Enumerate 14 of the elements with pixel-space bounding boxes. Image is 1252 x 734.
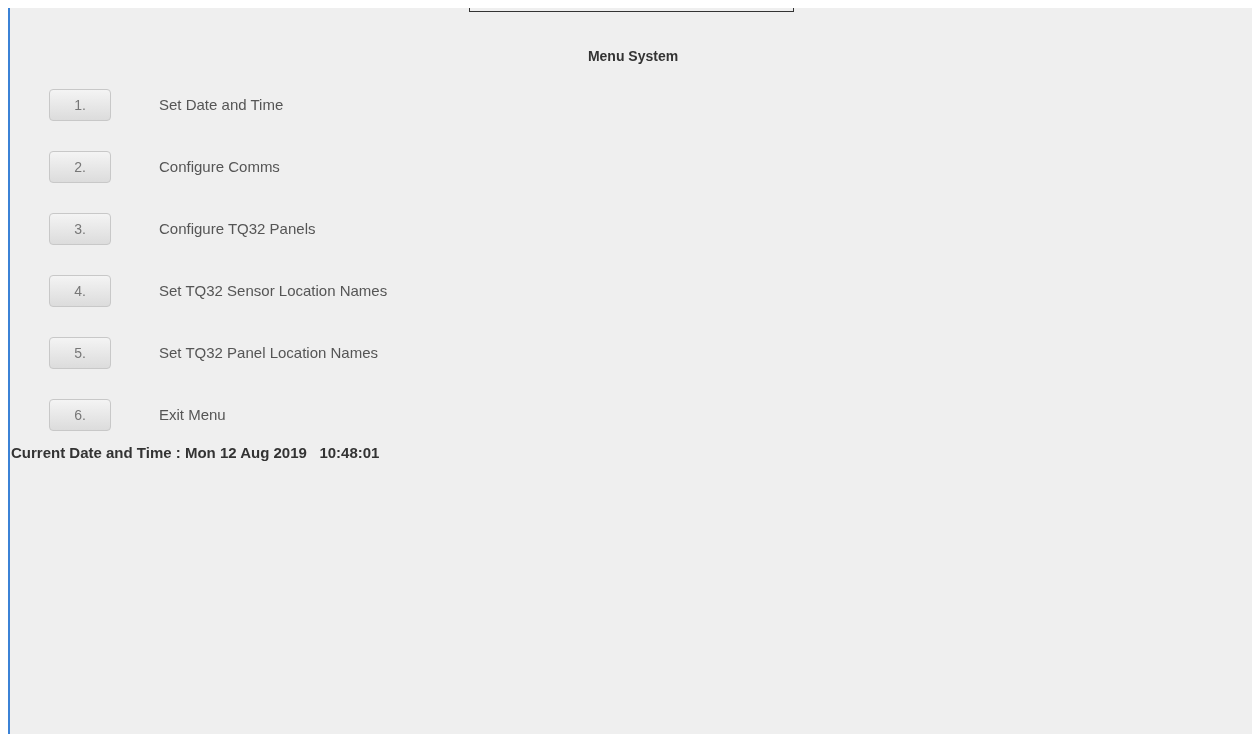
- menu-number-button[interactable]: 3.: [49, 213, 111, 245]
- menu-number-button[interactable]: 5.: [49, 337, 111, 369]
- menu-item-label: Exit Menu: [159, 404, 226, 425]
- current-date-time: Current Date and Time : Mon 12 Aug 2019 10:48:01: [11, 444, 380, 461]
- menu-item-label: Set TQ32 Panel Location Names: [159, 342, 379, 363]
- menu-item-label: Configure TQ32 Panels: [159, 218, 316, 239]
- menu-number-button[interactable]: 1.: [49, 89, 111, 121]
- menu-item-label: Configure Comms: [159, 156, 280, 177]
- menu-number-button[interactable]: 4.: [49, 275, 111, 307]
- menu-title: Menu System: [587, 47, 679, 66]
- menu-item-label: Set TQ32 Sensor Location Names: [159, 280, 388, 301]
- menu-number-button[interactable]: 2.: [49, 151, 111, 183]
- menu-item-label: Set Date and Time: [159, 94, 284, 115]
- menu-number-button[interactable]: 6.: [49, 399, 111, 431]
